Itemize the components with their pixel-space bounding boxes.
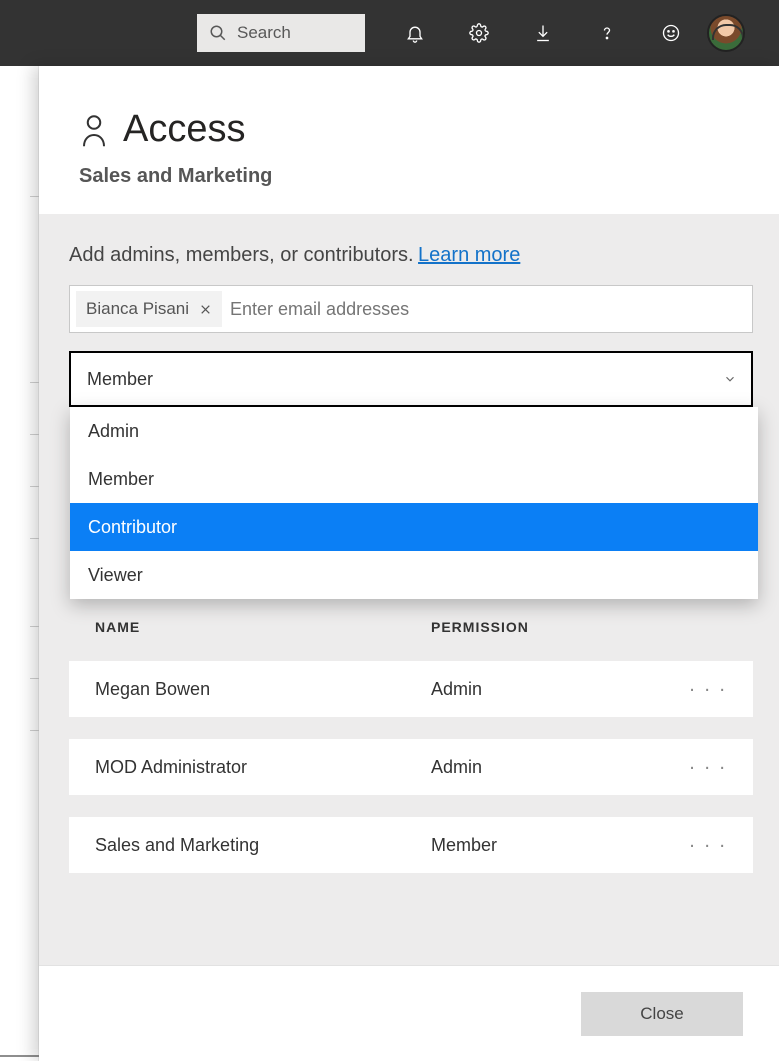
row-more-button[interactable]: . . . — [689, 674, 727, 697]
row-more-button[interactable]: . . . — [689, 752, 727, 775]
role-option-member[interactable]: Member — [70, 455, 758, 503]
chip-remove-button[interactable] — [199, 303, 212, 316]
row-name: MOD Administrator — [95, 757, 431, 778]
background-page-sliver — [0, 66, 39, 1061]
table-row: Sales and Marketing Member . . . — [69, 817, 753, 873]
close-icon — [199, 303, 212, 316]
user-chip: Bianca Pisani — [76, 291, 222, 327]
chip-label: Bianca Pisani — [86, 299, 189, 319]
panel-header: Access Sales and Marketing — [39, 66, 779, 214]
download-button[interactable] — [511, 0, 575, 66]
question-icon — [597, 23, 617, 43]
email-input[interactable]: Bianca Pisani Enter email addresses — [69, 285, 753, 333]
settings-button[interactable] — [447, 0, 511, 66]
row-more-button[interactable]: . . . — [689, 830, 727, 853]
row-permission: Admin — [431, 757, 689, 778]
bell-icon — [405, 23, 425, 43]
feedback-button[interactable] — [639, 0, 703, 66]
learn-more-link[interactable]: Learn more — [418, 244, 520, 266]
access-table: NAME PERMISSION Megan Bowen Admin . . . … — [69, 619, 749, 873]
smile-icon — [661, 23, 681, 43]
role-dropdown: Admin Member Contributor Viewer — [70, 407, 758, 599]
search-icon — [209, 24, 227, 42]
row-permission: Member — [431, 835, 689, 856]
panel-subtitle: Sales and Marketing — [79, 165, 739, 188]
row-permission: Admin — [431, 679, 689, 700]
close-button[interactable]: Close — [581, 992, 743, 1036]
role-option-admin[interactable]: Admin — [70, 407, 758, 455]
search-input[interactable]: Search — [197, 14, 365, 52]
help-button[interactable] — [575, 0, 639, 66]
panel-title: Access — [123, 108, 245, 151]
row-name: Sales and Marketing — [95, 835, 431, 856]
col-header-name: NAME — [95, 619, 431, 635]
notifications-button[interactable] — [383, 0, 447, 66]
access-panel: Access Sales and Marketing Add admins, m… — [39, 66, 779, 1061]
search-placeholder: Search — [237, 23, 291, 43]
panel-footer: Close — [39, 965, 779, 1061]
role-option-contributor[interactable]: Contributor — [70, 503, 758, 551]
top-icon-group — [383, 0, 745, 66]
person-icon — [79, 112, 109, 148]
download-icon — [533, 23, 553, 43]
top-navbar: Search — [0, 0, 779, 66]
user-avatar[interactable] — [707, 14, 745, 52]
table-row: Megan Bowen Admin . . . — [69, 661, 753, 717]
chevron-down-icon — [723, 372, 737, 386]
row-name: Megan Bowen — [95, 679, 431, 700]
panel-body: Add admins, members, or contributors. Le… — [39, 214, 779, 965]
role-option-viewer[interactable]: Viewer — [70, 551, 758, 599]
prompt-text: Add admins, members, or contributors. — [69, 244, 414, 266]
role-selected-value: Member — [87, 369, 153, 390]
col-header-permission: PERMISSION — [431, 619, 723, 635]
role-select[interactable]: Member Admin Member Contributor Viewer — [69, 351, 753, 407]
table-header: NAME PERMISSION — [69, 619, 749, 635]
table-row: MOD Administrator Admin . . . — [69, 739, 753, 795]
gear-icon — [469, 23, 489, 43]
prompt-row: Add admins, members, or contributors. Le… — [69, 244, 749, 267]
email-placeholder: Enter email addresses — [230, 299, 746, 320]
